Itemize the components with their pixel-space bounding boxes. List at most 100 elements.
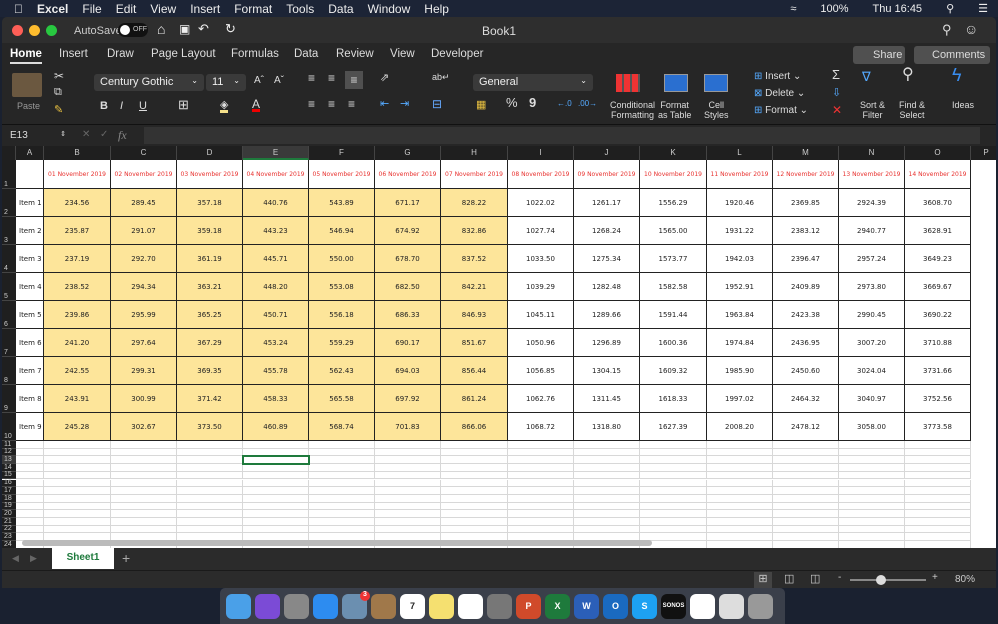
column-date-header[interactable]: 07 November 2019 xyxy=(441,160,508,189)
cell[interactable] xyxy=(44,487,111,495)
cell[interactable] xyxy=(16,441,44,449)
cell[interactable] xyxy=(309,464,375,472)
data-cell[interactable]: 294.34 xyxy=(111,273,177,301)
data-cell[interactable]: 359.18 xyxy=(177,217,243,245)
cell[interactable] xyxy=(640,448,707,457)
data-cell[interactable]: 2409.89 xyxy=(773,273,839,301)
data-cell[interactable]: 299.31 xyxy=(111,357,177,385)
cell[interactable] xyxy=(773,518,839,526)
cell[interactable] xyxy=(111,487,177,495)
cell[interactable] xyxy=(16,510,44,518)
cell[interactable] xyxy=(508,464,574,472)
find-select-icon[interactable]: ⚲ xyxy=(902,67,914,83)
cell[interactable] xyxy=(243,471,309,480)
column-header-F[interactable]: F xyxy=(309,146,375,160)
dock-siri-icon[interactable] xyxy=(255,593,280,619)
cell[interactable] xyxy=(16,456,44,465)
cell[interactable] xyxy=(707,479,773,488)
cell[interactable] xyxy=(707,448,773,457)
row-header-6[interactable]: 6 xyxy=(2,301,16,329)
cell[interactable] xyxy=(839,456,905,465)
menu-data[interactable]: Data xyxy=(328,2,353,16)
cell[interactable] xyxy=(905,494,971,503)
cell[interactable] xyxy=(905,510,971,518)
search-icon[interactable]: ⚲ xyxy=(942,22,952,38)
column-header-A[interactable]: A xyxy=(16,146,44,160)
page-layout-view-icon[interactable]: ◫ xyxy=(784,572,794,585)
cell[interactable] xyxy=(905,487,971,495)
dock-excel-icon[interactable]: X xyxy=(545,593,570,619)
data-cell[interactable]: 440.76 xyxy=(243,189,309,217)
cell[interactable] xyxy=(44,479,111,488)
normal-view-icon[interactable]: ⊞ xyxy=(754,572,772,588)
cell[interactable] xyxy=(508,518,574,526)
cell[interactable] xyxy=(44,464,111,472)
data-cell[interactable]: 239.86 xyxy=(44,301,111,329)
cell[interactable] xyxy=(574,441,640,449)
cell[interactable] xyxy=(441,502,508,511)
cell[interactable] xyxy=(773,502,839,511)
cell[interactable] xyxy=(574,494,640,503)
paste-icon[interactable] xyxy=(12,73,42,97)
column-date-header[interactable]: 10 November 2019 xyxy=(640,160,707,189)
cell[interactable] xyxy=(574,479,640,488)
clock[interactable]: Thu 16:45 xyxy=(873,3,923,15)
data-cell[interactable]: 550.00 xyxy=(309,245,375,273)
cell[interactable] xyxy=(574,510,640,518)
data-cell[interactable]: 1618.33 xyxy=(640,385,707,413)
align-center-icon[interactable]: ≡ xyxy=(328,98,335,110)
data-cell[interactable]: 289.45 xyxy=(111,189,177,217)
cell[interactable] xyxy=(574,518,640,526)
column-date-header[interactable]: 03 November 2019 xyxy=(177,160,243,189)
cell[interactable] xyxy=(508,494,574,503)
cell[interactable] xyxy=(375,494,441,503)
cell[interactable] xyxy=(177,479,243,488)
data-cell[interactable]: 1920.46 xyxy=(707,189,773,217)
data-cell[interactable]: 2924.39 xyxy=(839,189,905,217)
data-cell[interactable]: 671.17 xyxy=(375,189,441,217)
cell[interactable] xyxy=(111,456,177,465)
italic-button[interactable]: I xyxy=(120,101,123,112)
cell[interactable] xyxy=(839,448,905,457)
cell[interactable] xyxy=(441,471,508,480)
data-cell[interactable]: 1039.29 xyxy=(508,273,574,301)
data-cell[interactable]: 1045.11 xyxy=(508,301,574,329)
dock-word-icon[interactable]: W xyxy=(574,593,599,619)
cell[interactable] xyxy=(243,479,309,488)
data-cell[interactable]: 1050.96 xyxy=(508,329,574,357)
cell[interactable] xyxy=(905,479,971,488)
data-cell[interactable]: 3669.67 xyxy=(905,273,971,301)
data-cell[interactable]: 371.42 xyxy=(177,385,243,413)
cell[interactable] xyxy=(16,487,44,495)
align-middle-icon[interactable]: ≡ xyxy=(328,72,335,84)
fill-color-icon[interactable]: ◈ xyxy=(220,100,229,113)
menu-file[interactable]: File xyxy=(82,2,101,16)
cell[interactable] xyxy=(375,441,441,449)
data-cell[interactable]: 237.19 xyxy=(44,245,111,273)
cell[interactable] xyxy=(16,464,44,472)
cell[interactable] xyxy=(177,441,243,449)
selected-cell-E13[interactable] xyxy=(242,455,310,466)
dock-trash-icon[interactable] xyxy=(748,593,773,619)
cell[interactable] xyxy=(640,471,707,480)
row-header-9[interactable]: 9 xyxy=(2,385,16,413)
cell[interactable] xyxy=(839,494,905,503)
data-cell[interactable]: 678.70 xyxy=(375,245,441,273)
data-cell[interactable]: 3731.66 xyxy=(905,357,971,385)
tab-insert[interactable]: Insert xyxy=(59,48,88,60)
data-cell[interactable]: 1318.80 xyxy=(574,413,640,441)
redo-icon[interactable]: ↻ xyxy=(225,21,236,37)
data-cell[interactable]: 241.20 xyxy=(44,329,111,357)
column-header-J[interactable]: J xyxy=(574,146,640,160)
column-date-header[interactable]: 05 November 2019 xyxy=(309,160,375,189)
find-select-button[interactable]: Find & Select xyxy=(899,100,925,120)
row-header-3[interactable]: 3 xyxy=(2,217,16,245)
format-painter-icon[interactable]: ✎ xyxy=(54,105,63,116)
close-button[interactable] xyxy=(12,25,23,36)
cell[interactable] xyxy=(707,525,773,534)
column-date-header[interactable]: 02 November 2019 xyxy=(111,160,177,189)
undo-icon[interactable]: ↶ xyxy=(198,21,209,37)
cell[interactable] xyxy=(905,541,971,548)
cell[interactable] xyxy=(441,510,508,518)
comments-button[interactable]: Comments xyxy=(914,46,990,64)
